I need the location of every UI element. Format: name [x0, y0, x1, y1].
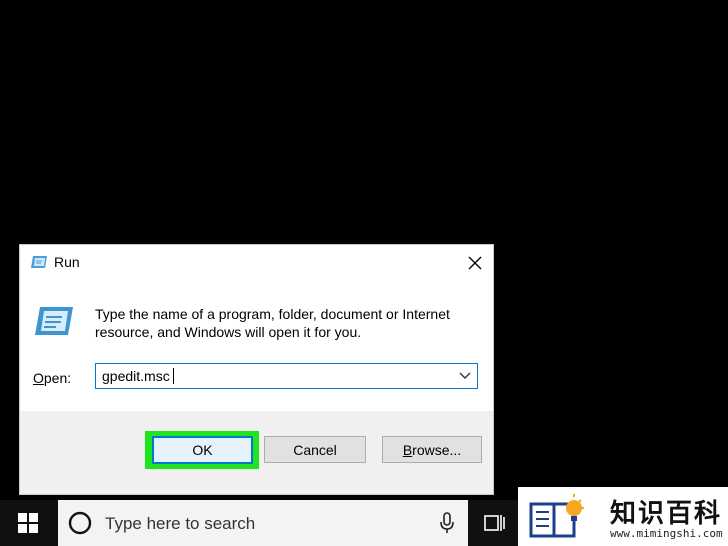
taskbar: Type here to search — [0, 500, 518, 546]
text-caret — [173, 368, 174, 384]
cancel-button[interactable]: Cancel — [264, 436, 366, 463]
start-button[interactable] — [0, 500, 56, 546]
dialog-title: Run — [54, 254, 80, 270]
watermark: 知识百科 www.mimingshi.com — [518, 487, 728, 546]
microphone-icon[interactable] — [438, 512, 456, 534]
run-icon — [35, 307, 73, 335]
run-dialog: Run Type the name of a program, folder, … — [19, 244, 494, 495]
run-app-icon — [31, 256, 47, 268]
open-label-accelerator: O — [33, 370, 44, 386]
close-icon — [468, 256, 482, 270]
windows-logo-icon — [18, 513, 38, 533]
browse-accelerator: B — [402, 441, 413, 458]
watermark-title: 知识百科 — [610, 499, 723, 529]
open-combobox[interactable] — [95, 363, 478, 389]
taskbar-search-box[interactable]: Type here to search — [58, 500, 468, 546]
open-label: Open: — [33, 370, 71, 386]
close-button[interactable] — [457, 245, 493, 281]
dropdown-button[interactable] — [453, 364, 477, 388]
chevron-down-icon — [459, 372, 471, 379]
book-lightbulb-logo-icon — [529, 494, 584, 538]
search-placeholder: Type here to search — [105, 514, 256, 533]
dialog-description: Type the name of a program, folder, docu… — [95, 306, 450, 340]
dialog-titlebar: Run — [20, 245, 493, 281]
task-view-icon[interactable] — [484, 513, 506, 533]
watermark-url: www.mimingshi.com — [610, 527, 723, 540]
open-input[interactable] — [96, 364, 446, 388]
open-label-text: pen: — [43, 370, 72, 386]
dialog-content: Type the name of a program, folder, docu… — [20, 281, 493, 411]
browse-button[interactable]: Browse... — [382, 436, 482, 463]
ok-button[interactable]: OK — [152, 436, 253, 464]
browse-label: rowse... — [412, 441, 462, 458]
cortana-icon — [68, 511, 92, 535]
